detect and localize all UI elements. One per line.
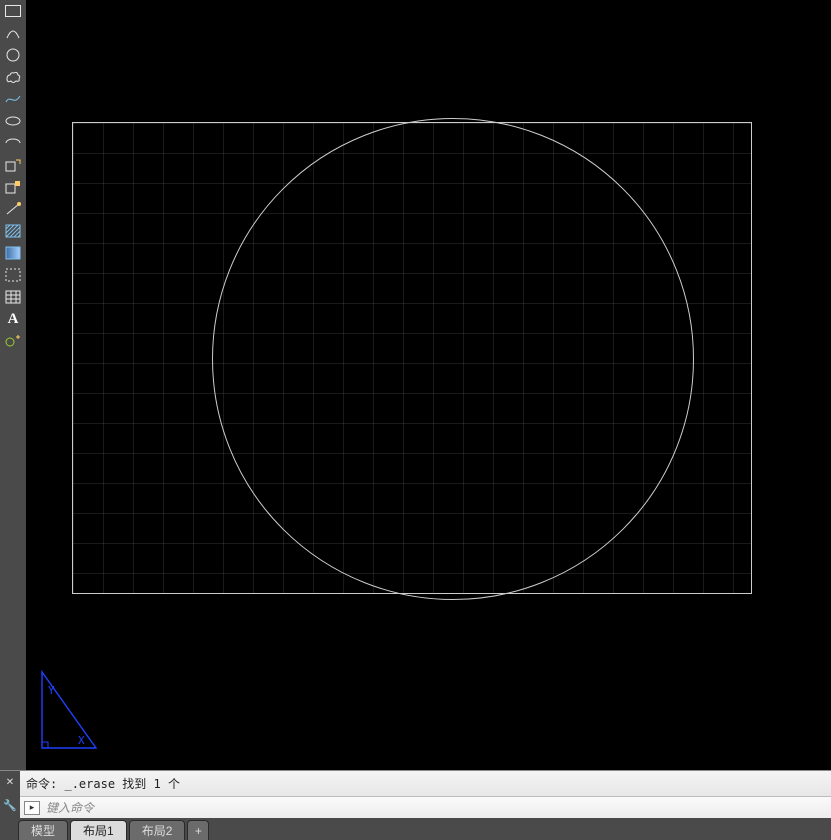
- command-prefix: 命令:: [26, 777, 57, 791]
- ellipse-icon[interactable]: [3, 112, 23, 130]
- ellipse-arc-icon[interactable]: [3, 134, 23, 152]
- viewport-frame[interactable]: [72, 122, 752, 594]
- tab-layout1[interactable]: 布局1: [70, 820, 127, 840]
- paper-space-canvas[interactable]: X Y: [26, 0, 831, 770]
- hatch-icon[interactable]: [3, 222, 23, 240]
- arc-icon[interactable]: [3, 24, 23, 42]
- table-icon[interactable]: [3, 288, 23, 306]
- command-input-row[interactable]: ▸ 键入命令: [20, 797, 831, 818]
- draw-toolbar: A: [0, 0, 26, 770]
- text-icon[interactable]: A: [3, 310, 23, 328]
- ucs-x-label: X: [78, 734, 85, 747]
- ucs-icon: X Y: [38, 666, 108, 752]
- command-history: 命令: _.erase 找到 1 个: [20, 771, 831, 797]
- command-prompt-icon[interactable]: ▸: [24, 801, 40, 815]
- text-icon-label: A: [8, 311, 19, 328]
- layout-tabs: 模型 布局1 布局2 +: [0, 818, 831, 840]
- circle-icon[interactable]: [3, 46, 23, 64]
- addselected-icon[interactable]: [3, 332, 23, 350]
- gradient-icon[interactable]: [3, 244, 23, 262]
- command-input[interactable]: 键入命令: [46, 799, 827, 816]
- drawn-circle[interactable]: [212, 118, 694, 600]
- tab-layout2[interactable]: 布局2: [129, 820, 186, 840]
- command-history-text: _.erase 找到 1 个: [64, 777, 179, 791]
- point-icon[interactable]: [3, 200, 23, 218]
- revcloud-icon[interactable]: [3, 68, 23, 86]
- rectangle-icon[interactable]: [3, 2, 23, 20]
- region-icon[interactable]: [3, 266, 23, 284]
- customize-icon[interactable]: 🔧: [3, 799, 17, 812]
- tab-model[interactable]: 模型: [18, 820, 68, 840]
- make-block-icon[interactable]: [3, 178, 23, 196]
- spline-icon[interactable]: [3, 90, 23, 108]
- ucs-y-label: Y: [48, 684, 55, 697]
- command-gutter: ✕ 🔧: [0, 771, 20, 818]
- tab-add[interactable]: +: [187, 820, 209, 840]
- command-line-panel: ✕ 🔧 命令: _.erase 找到 1 个 ▸ 键入命令: [0, 770, 831, 818]
- insert-block-icon[interactable]: [3, 156, 23, 174]
- close-icon[interactable]: ✕: [6, 777, 14, 788]
